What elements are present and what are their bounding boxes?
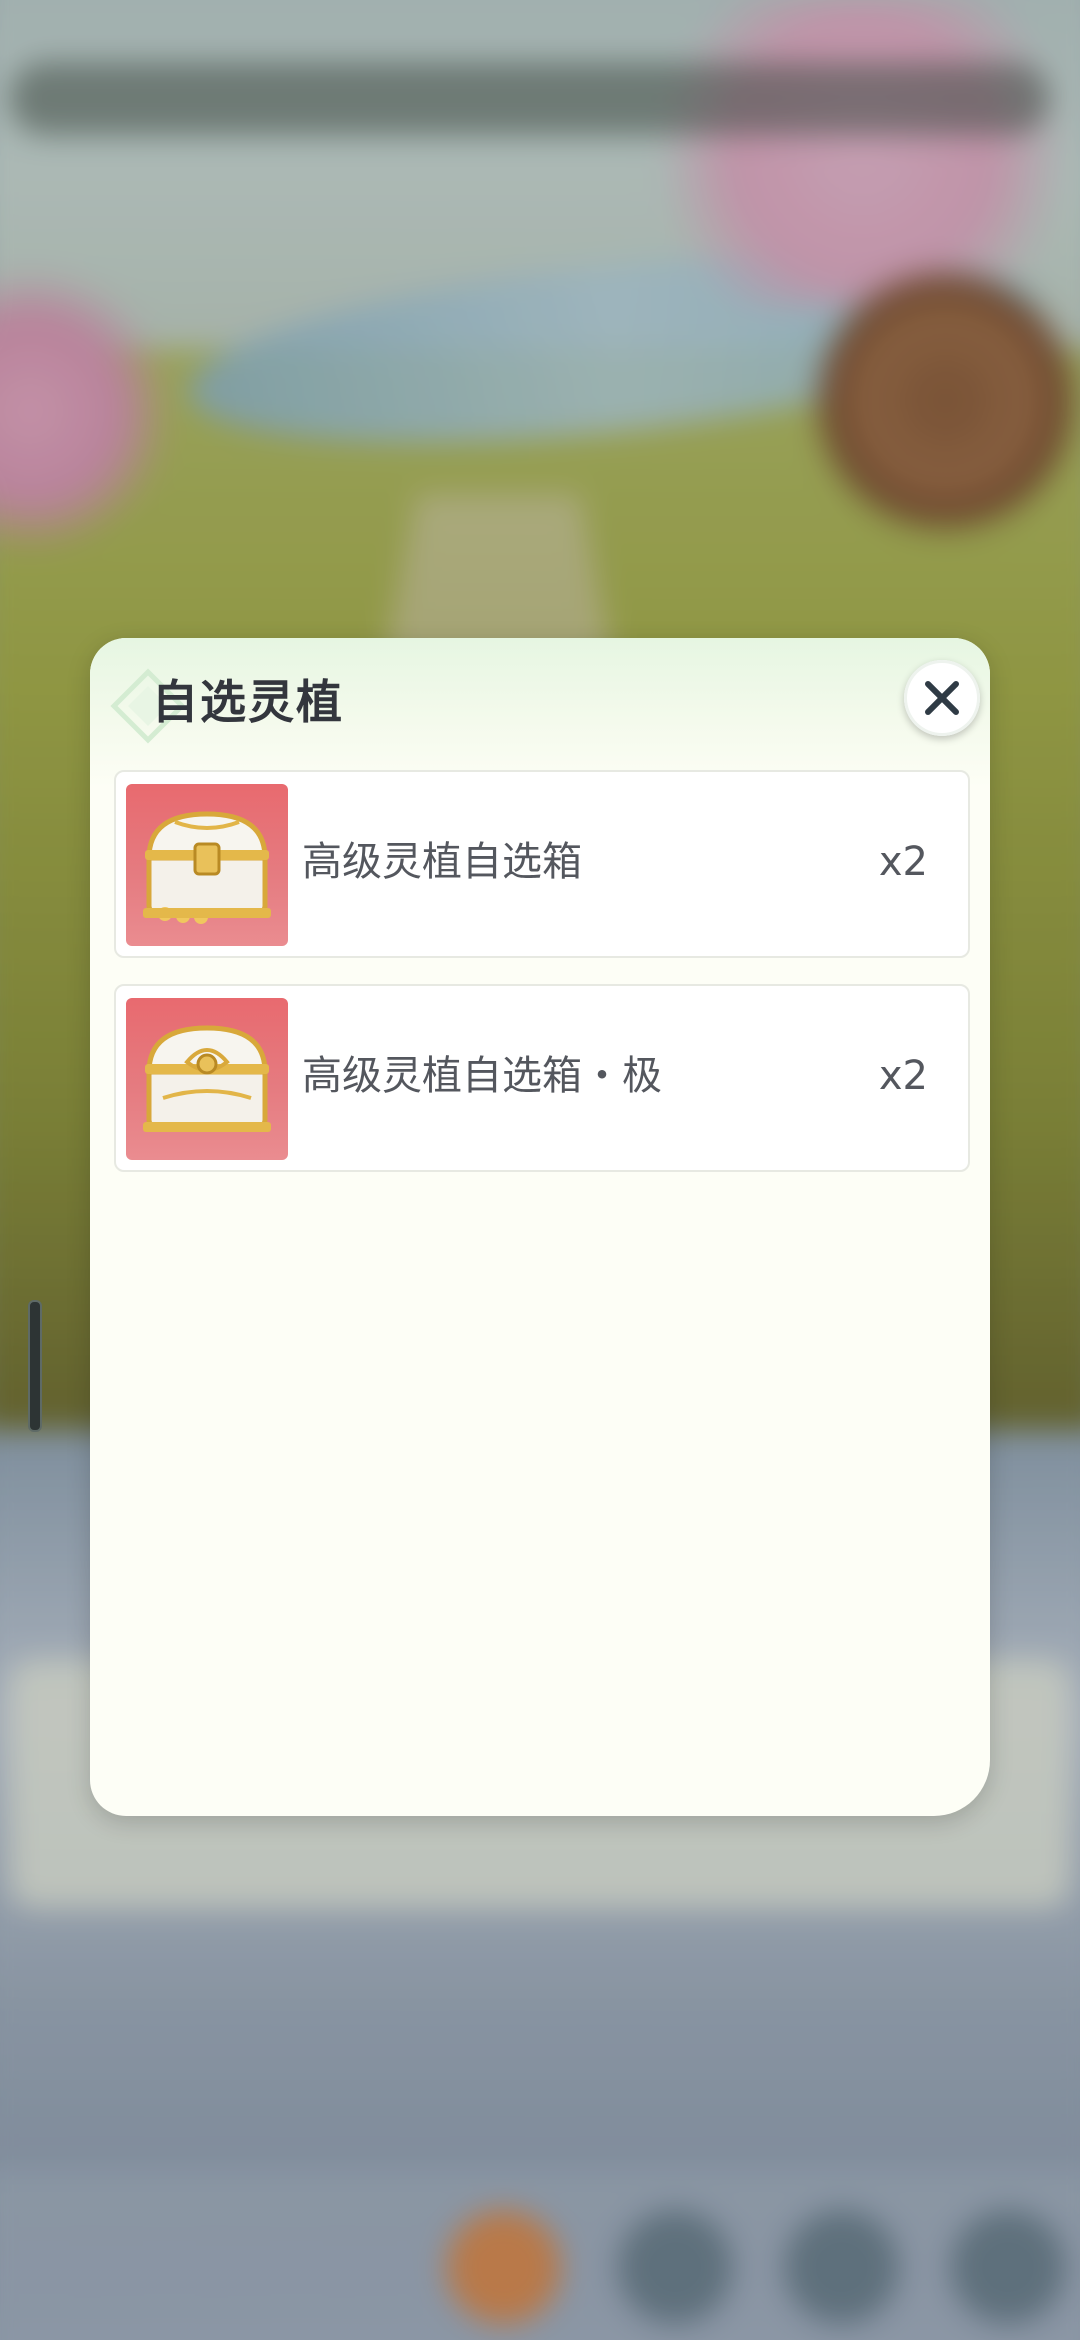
game-screen: 自选灵植 高级灵植自选箱 x2 高级灵植自选箱・极 x2 [0, 0, 1080, 2340]
scroll-handle[interactable] [28, 1300, 42, 1432]
list-item[interactable]: 高级灵植自选箱・极 x2 [114, 984, 970, 1172]
list-item[interactable]: 高级灵植自选箱 x2 [114, 770, 970, 958]
treasure-chest-icon [143, 811, 271, 924]
item-name: 高级灵植自选箱 [302, 839, 582, 885]
close-button[interactable] [904, 660, 980, 736]
treasure-chest-icon [143, 1025, 271, 1132]
item-list: 高级灵植自选箱 x2 高级灵植自选箱・极 x2 [114, 770, 970, 1198]
close-icon [925, 681, 959, 715]
item-quantity: x2 [878, 1053, 928, 1099]
select-plant-dialog: 自选灵植 高级灵植自选箱 x2 高级灵植自选箱・极 x2 [90, 638, 990, 1816]
item-thumbnail [126, 784, 288, 946]
item-name: 高级灵植自选箱・极 [302, 1053, 662, 1099]
dialog-title: 自选灵植 [152, 675, 344, 729]
item-thumbnail [126, 998, 288, 1160]
item-quantity: x2 [878, 839, 928, 885]
